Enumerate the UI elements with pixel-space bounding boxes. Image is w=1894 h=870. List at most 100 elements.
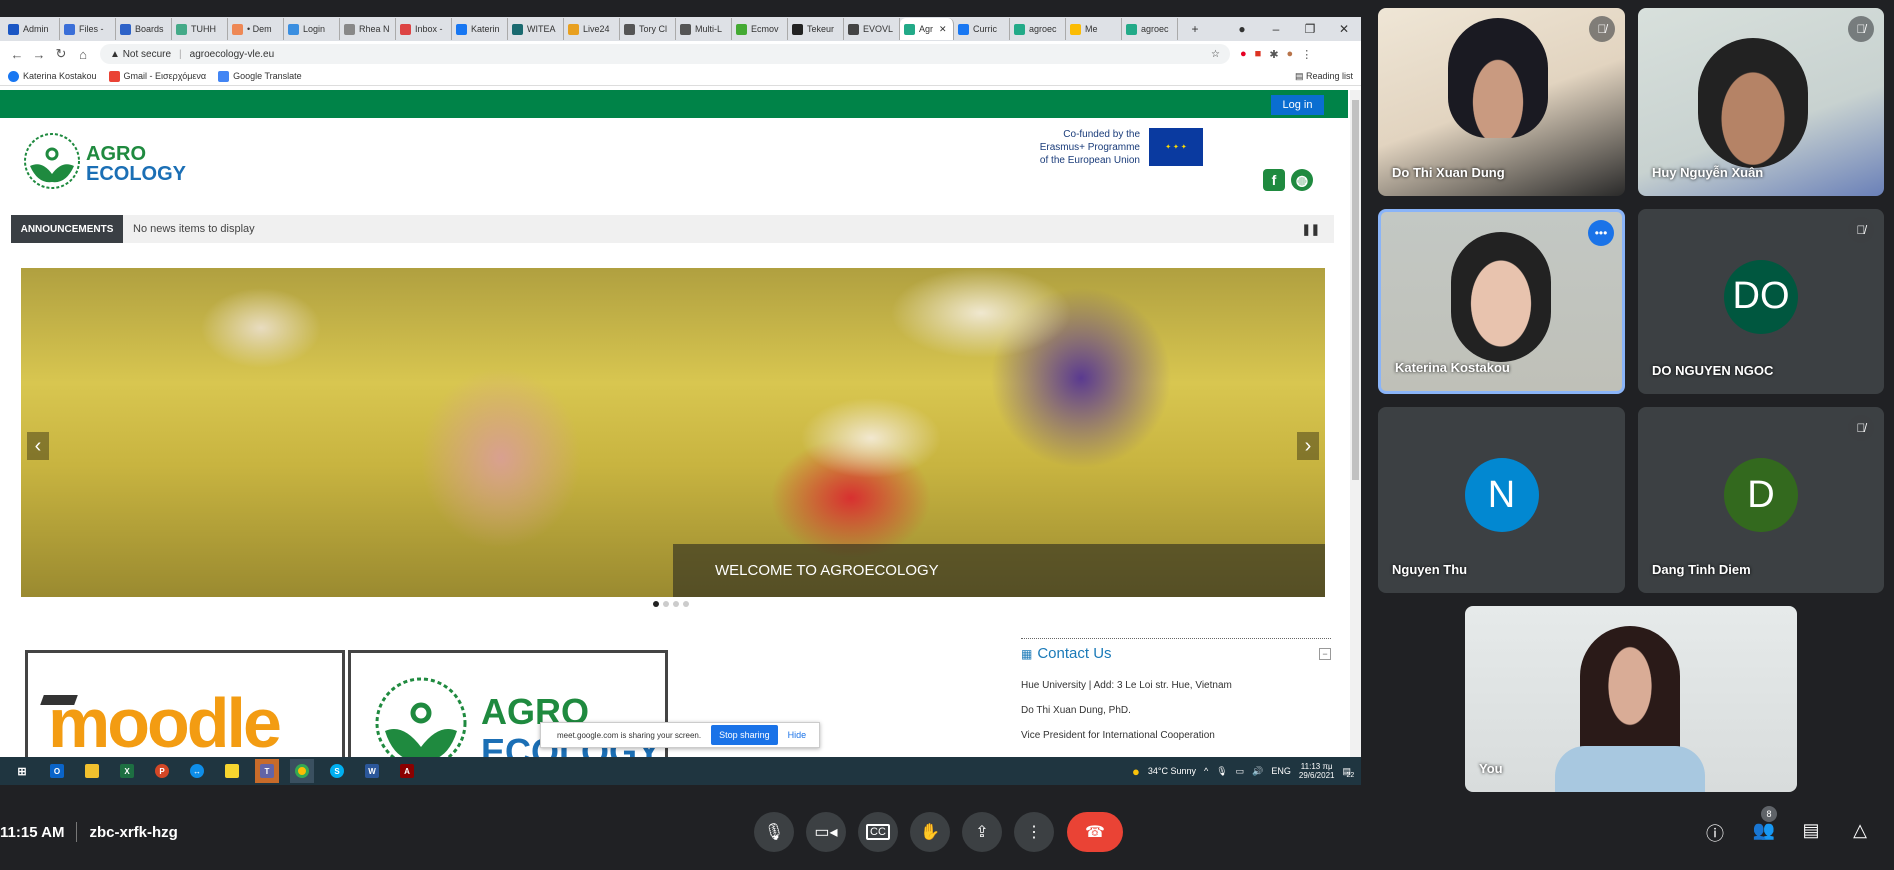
- browser-tab[interactable]: Tekeur: [788, 18, 844, 40]
- present-button[interactable]: ⇪: [962, 812, 1002, 852]
- slider-dot[interactable]: [663, 601, 669, 607]
- volume-icon[interactable]: 🔊: [1252, 766, 1263, 777]
- chrome-icon[interactable]: [290, 759, 314, 783]
- browser-tab[interactable]: agroec: [1122, 18, 1178, 40]
- end-call-button[interactable]: ☎: [1067, 812, 1123, 852]
- participant-tile[interactable]: 🎙̸ Do Thi Xuan Dung: [1378, 8, 1625, 196]
- participant-tile[interactable]: N Nguyen Thu: [1378, 407, 1625, 593]
- teams-icon[interactable]: T: [255, 759, 279, 783]
- windows-start-icon[interactable]: ⊞: [10, 759, 34, 783]
- browser-tab[interactable]: Me: [1066, 18, 1122, 40]
- bookmark-gmail[interactable]: Gmail - Εισερχόμενα: [108, 70, 206, 82]
- back-icon[interactable]: ←: [6, 47, 28, 62]
- browser-tab[interactable]: Boards: [116, 18, 172, 40]
- bookmark-translate[interactable]: Google Translate: [218, 70, 302, 82]
- microphone-button[interactable]: 🎙: [754, 812, 794, 852]
- globe-icon[interactable]: ◍: [1291, 169, 1313, 191]
- browser-tab[interactable]: Live24: [564, 18, 620, 40]
- browser-tab[interactable]: TUHH: [172, 18, 228, 40]
- slider-dot[interactable]: [673, 601, 679, 607]
- powerpoint-icon[interactable]: P: [150, 759, 174, 783]
- browser-tab[interactable]: Login: [284, 18, 340, 40]
- close-icon[interactable]: ✕: [1327, 22, 1361, 36]
- browser-tab[interactable]: Tory Cl: [620, 18, 676, 40]
- hide-button[interactable]: Hide: [788, 730, 807, 740]
- file-explorer-icon[interactable]: [80, 759, 104, 783]
- reading-list[interactable]: ▤ Reading list: [1295, 71, 1353, 82]
- language-indicator[interactable]: ENG: [1271, 766, 1291, 776]
- self-view-tile[interactable]: You: [1465, 606, 1797, 792]
- profile-avatar[interactable]: ●: [1287, 48, 1294, 60]
- scrollbar-thumb[interactable]: [1352, 100, 1359, 480]
- home-icon[interactable]: ⌂: [72, 47, 94, 62]
- bookmark-facebook[interactable]: Katerina Kostakou: [8, 70, 97, 82]
- star-icon[interactable]: ☆: [1211, 49, 1220, 60]
- slider-next-button[interactable]: ›: [1297, 432, 1319, 460]
- microphone-icon[interactable]: 🎙: [1216, 766, 1227, 777]
- clock[interactable]: 11:13 πμ 29/6/2021: [1299, 762, 1335, 780]
- word-icon[interactable]: W: [360, 759, 384, 783]
- extensions-icon[interactable]: ✱: [1269, 48, 1278, 61]
- participant-tile-active-speaker[interactable]: ••• Katerina Kostakou: [1378, 209, 1625, 394]
- chat-icon[interactable]: ▤: [1797, 820, 1825, 841]
- weather-text[interactable]: 34°C Sunny: [1148, 766, 1196, 776]
- meeting-details-icon[interactable]: ⓘ: [1701, 820, 1729, 846]
- activities-icon[interactable]: △: [1846, 820, 1874, 841]
- captions-button[interactable]: CC: [858, 812, 898, 852]
- skype-icon[interactable]: S: [325, 759, 349, 783]
- browser-tab[interactable]: Multi-L: [676, 18, 732, 40]
- browser-tab[interactable]: EVOVL: [844, 18, 900, 40]
- browser-tab[interactable]: Curric: [954, 18, 1010, 40]
- browser-tab[interactable]: Admin: [4, 18, 60, 40]
- slider-dot[interactable]: [653, 601, 659, 607]
- forward-icon[interactable]: →: [28, 47, 50, 62]
- camera-button[interactable]: ▭◂: [806, 812, 846, 852]
- browser-tab[interactable]: WITEA: [508, 18, 564, 40]
- menu-icon[interactable]: ⋮: [1301, 48, 1312, 61]
- browser-tab[interactable]: agroec: [1010, 18, 1066, 40]
- tab-search-icon[interactable]: ●: [1225, 22, 1259, 36]
- pause-icon[interactable]: ❚❚: [1302, 223, 1320, 236]
- minimize-icon[interactable]: –: [1259, 22, 1293, 36]
- browser-tab[interactable]: Ecmov: [732, 18, 788, 40]
- sticky-notes-icon[interactable]: [220, 759, 244, 783]
- people-icon[interactable]: 👥: [1750, 820, 1778, 841]
- browser-tab[interactable]: Files -: [60, 18, 116, 40]
- tab-label: agroec: [1029, 24, 1057, 34]
- tab-close-icon[interactable]: ✕: [939, 24, 947, 35]
- browser-tab[interactable]: • Dem: [228, 18, 284, 40]
- more-options-button[interactable]: ⋮: [1014, 812, 1054, 852]
- slider-prev-button[interactable]: ‹: [27, 432, 49, 460]
- participant-tile[interactable]: 🎙̸ Huy Nguyễn Xuân: [1638, 8, 1884, 196]
- slider-dot[interactable]: [683, 601, 689, 607]
- meeting-code[interactable]: zbc-xrfk-hzg: [89, 824, 177, 841]
- facebook-icon[interactable]: f: [1263, 169, 1285, 191]
- stop-sharing-button[interactable]: Stop sharing: [711, 725, 778, 745]
- raise-hand-button[interactable]: ✋: [910, 812, 950, 852]
- browser-tab[interactable]: Katerin: [452, 18, 508, 40]
- url-input[interactable]: ▲ Not secure | agroecology-vle.eu ☆: [100, 44, 1230, 64]
- more-options-icon[interactable]: •••: [1588, 220, 1614, 246]
- acrobat-icon[interactable]: A: [395, 759, 419, 783]
- chevron-up-icon[interactable]: ^: [1204, 766, 1208, 776]
- pinterest-icon[interactable]: ●: [1240, 48, 1247, 60]
- pdf-extension-icon[interactable]: ■: [1255, 48, 1262, 60]
- moodle-link-box[interactable]: moodle: [25, 650, 345, 760]
- teamviewer-icon[interactable]: ↔: [185, 759, 209, 783]
- participant-tile[interactable]: DO 🎙̸ DO NGUYEN NGOC: [1638, 209, 1884, 394]
- tab-favicon-icon: [736, 23, 747, 35]
- excel-icon[interactable]: X: [115, 759, 139, 783]
- notifications-icon[interactable]: ▤ 22: [1342, 766, 1354, 779]
- new-tab-button[interactable]: +: [1178, 22, 1212, 36]
- network-icon[interactable]: ▭: [1236, 766, 1245, 777]
- login-button[interactable]: Log in: [1271, 95, 1324, 115]
- browser-tab[interactable]: Agr ✕: [900, 18, 954, 40]
- participant-tile[interactable]: D 🎙̸ Dang Tinh Diem: [1638, 407, 1884, 593]
- maximize-icon[interactable]: ❐: [1293, 22, 1327, 36]
- outlook-icon[interactable]: O: [45, 759, 69, 783]
- reload-icon[interactable]: ↻: [50, 46, 72, 62]
- browser-tab[interactable]: Rhea N: [340, 18, 396, 40]
- collapse-icon[interactable]: −: [1319, 647, 1331, 660]
- site-logo[interactable]: AGRO ECOLOGY: [22, 130, 192, 192]
- browser-tab[interactable]: Inbox -: [396, 18, 452, 40]
